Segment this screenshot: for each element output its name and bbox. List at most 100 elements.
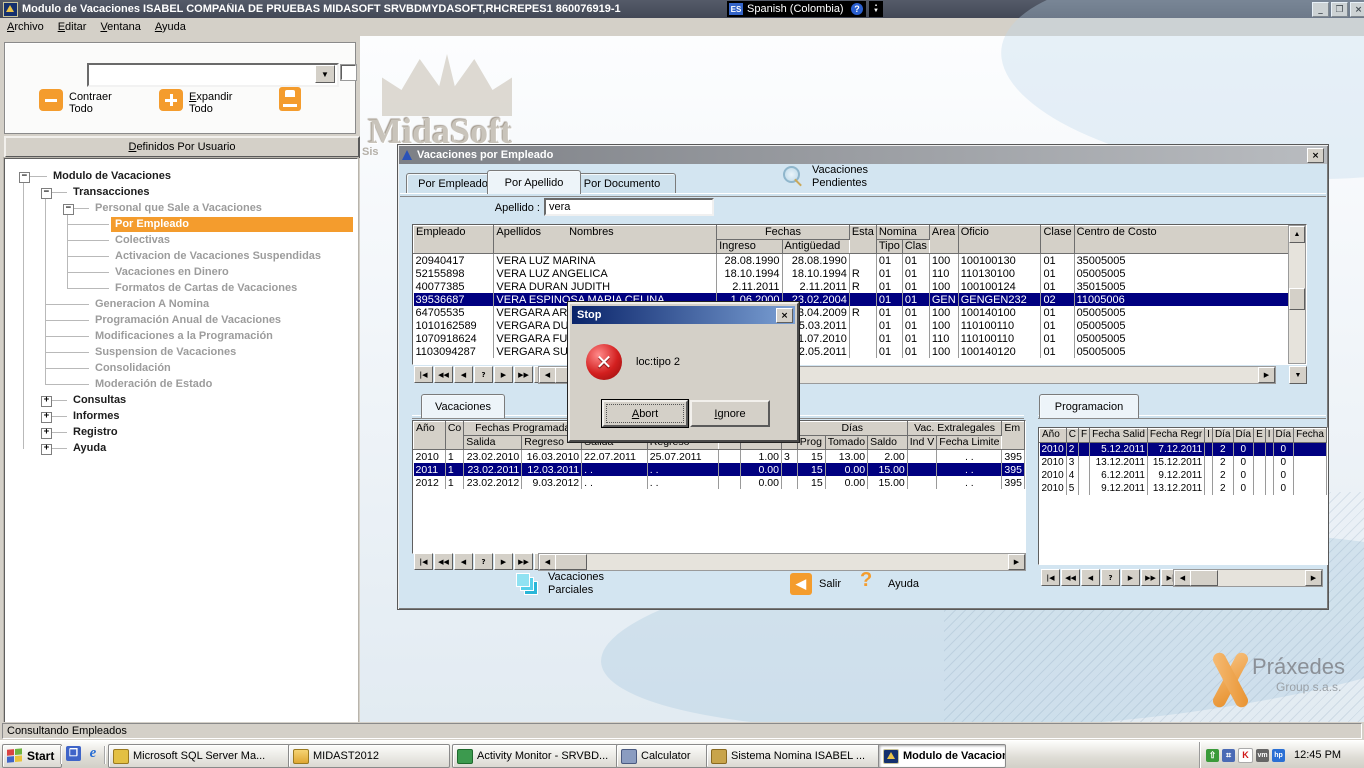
prog-header-fecha[interactable]: Fecha <box>1294 429 1327 443</box>
tray-vm-icon[interactable]: vm <box>1256 749 1269 762</box>
prog-header-i[interactable]: I <box>1205 429 1213 443</box>
scroll-down-icon[interactable]: ▼ <box>1289 366 1307 384</box>
tab-vacaciones[interactable]: Vacaciones <box>421 394 505 418</box>
expand-all-button[interactable]: Expandir Todo <box>189 91 232 115</box>
table-row[interactable]: 20940417VERA LUZ MARINA28.08.199028.08.1… <box>414 254 1306 268</box>
tree-item[interactable]: Colectivas <box>111 233 174 248</box>
col-header-fechas-programadas[interactable]: Fechas Programada <box>464 422 582 436</box>
tree-item[interactable]: Ayuda <box>69 441 110 456</box>
tree-item[interactable]: Registro <box>69 425 122 440</box>
prog-header-f[interactable]: F <box>1078 429 1089 443</box>
scroll-left-icon[interactable]: ◀ <box>1174 570 1191 586</box>
col-header-tipo[interactable]: Tipo <box>876 240 902 254</box>
taskbar-item-sql-server[interactable]: Microsoft SQL Server Ma... <box>108 744 290 768</box>
hscroll-thumb[interactable] <box>555 554 587 570</box>
tab-programacion[interactable]: Programacion <box>1039 394 1139 418</box>
tree-item[interactable]: Personal que Sale a Vacaciones <box>91 201 266 216</box>
col-header-esta[interactable]: Esta <box>849 226 876 254</box>
scroll-right-icon[interactable]: ▶ <box>1008 554 1025 570</box>
menu-ventana[interactable]: Ventana <box>93 20 147 34</box>
col-header-centro[interactable]: Centro de Costo <box>1074 226 1305 254</box>
expand-all-icon[interactable] <box>159 89 183 111</box>
tree-item[interactable]: Transacciones <box>69 185 153 200</box>
child-close-button[interactable]: × <box>1307 148 1324 163</box>
table-row[interactable]: 52155898VERA LUZ ANGELICA18.10.199418.10… <box>414 267 1306 280</box>
tray-antivirus-icon[interactable]: K <box>1238 748 1253 763</box>
tree-toggle[interactable]: + <box>41 444 52 455</box>
ignore-button[interactable]: Ignore <box>690 400 770 427</box>
vacaciones-pendientes-label[interactable]: Vacaciones Pendientes <box>812 164 868 190</box>
vacaciones-parciales-icon[interactable] <box>516 573 540 595</box>
ayuda-button[interactable]: Ayuda <box>888 578 919 590</box>
language-options-button[interactable]: ▪ ▼ <box>869 1 883 17</box>
col-header-salida1[interactable]: Salida <box>464 436 522 450</box>
col-header-saldo[interactable]: Saldo <box>868 436 908 450</box>
scroll-left-icon[interactable]: ◀ <box>539 367 556 383</box>
prog-header-fecha-salida[interactable]: Fecha Salid <box>1090 429 1148 443</box>
table-row[interactable]: 201025.12.20117.12.2011200 <box>1040 443 1327 457</box>
scroll-up-icon[interactable]: ▲ <box>1289 226 1305 243</box>
employee-grid-vscrollbar[interactable]: ▲ <box>1288 225 1306 364</box>
tree-item[interactable]: Consolidación <box>91 361 175 376</box>
prog-header-dia3[interactable]: Día <box>1273 429 1294 443</box>
table-row[interactable]: 2011123.02.201112.03.2011. .. .0.00150.0… <box>414 463 1025 476</box>
tree-toggle[interactable]: − <box>63 204 74 215</box>
help-question-icon[interactable]: ? <box>860 569 872 592</box>
col-header-ano[interactable]: Año <box>414 422 446 450</box>
language-bar[interactable]: ES Spanish (Colombia) <box>727 1 850 17</box>
col-header-clase[interactable]: Clase <box>1041 226 1074 254</box>
tree-item[interactable]: Modificaciones a la Programación <box>91 329 277 344</box>
table-row[interactable]: 201046.12.20119.12.2011200 <box>1040 469 1327 482</box>
taskbar-item-sistema-nomina[interactable]: Sistema Nomina ISABEL ... <box>706 744 882 768</box>
start-button[interactable]: Start <box>2 744 62 768</box>
prog-header-fecha-regreso[interactable]: Fecha Regr <box>1147 429 1204 443</box>
prog-header-ano[interactable]: Año <box>1040 429 1067 443</box>
nav-button[interactable]: ◀ <box>1081 569 1100 586</box>
tree-item[interactable]: Modulo de Vacaciones <box>49 169 175 184</box>
table-row[interactable]: 64705535VERGARA ARRI23.04.200923.04.2009… <box>414 306 1306 319</box>
nav-button[interactable]: ▶ <box>494 553 513 570</box>
taskbar-item-activity-monitor[interactable]: Activity Monitor - SRVBD... <box>452 744 618 768</box>
tree-item[interactable]: Generacion A Nomina <box>91 297 213 312</box>
nav-button[interactable]: |◀ <box>1041 569 1060 586</box>
exit-door-icon[interactable]: ◀ <box>790 573 812 595</box>
tree-item[interactable]: Suspension de Vacaciones <box>91 345 240 360</box>
stop-dialog-title-bar[interactable]: Stop × <box>572 306 795 324</box>
prog-header-c[interactable]: C <box>1066 429 1078 443</box>
nav-button[interactable]: ▶▶ <box>514 366 533 383</box>
stamp-icon[interactable] <box>279 87 301 111</box>
scroll-left-icon[interactable]: ◀ <box>539 554 556 570</box>
prog-header-e[interactable]: E <box>1254 429 1266 443</box>
col-header-prog[interactable]: Prog <box>797 436 825 450</box>
salir-button[interactable]: Salir <box>819 578 841 590</box>
col-header-clas[interactable]: Clas <box>902 240 929 254</box>
scroll-right-icon[interactable]: ▶ <box>1258 367 1275 383</box>
tray-hp-icon[interactable]: hp <box>1272 749 1285 762</box>
table-row[interactable]: 2012123.02.20129.03.2012. .. .0.00150.00… <box>414 476 1025 489</box>
search-combobox[interactable] <box>87 63 339 87</box>
tree-item[interactable]: Por Empleado <box>111 217 353 232</box>
search-icon[interactable] <box>783 166 807 190</box>
child-window-title-bar[interactable]: Vacaciones por Empleado × <box>399 146 1327 164</box>
taskbar-item-midast2012[interactable]: MIDAST2012 <box>288 744 450 768</box>
tray-eject-icon[interactable]: ⇧ <box>1206 749 1219 762</box>
col-header-ingreso[interactable]: Ingreso <box>717 240 782 254</box>
prog-header-dia2[interactable]: Día <box>1233 429 1254 443</box>
collapse-all-icon[interactable] <box>39 89 63 111</box>
vacaciones-grid-hscrollbar[interactable]: ◀ ▶ <box>538 553 1026 571</box>
nav-button[interactable]: ? <box>474 553 493 570</box>
table-row[interactable]: 39536687VERA ESPINOSA MARIA CELINA1.06.2… <box>414 293 1306 306</box>
tree-toggle[interactable]: + <box>41 396 52 407</box>
apellido-input[interactable] <box>544 198 714 216</box>
col-header-indv[interactable]: Ind V <box>907 436 937 450</box>
scroll-right-icon[interactable]: ▶ <box>1305 570 1322 586</box>
tree-item[interactable]: Moderación de Estado <box>91 377 216 392</box>
table-row[interactable]: 201059.12.201113.12.2011200 <box>1040 482 1327 495</box>
taskbar-item-calculator[interactable]: Calculator <box>616 744 710 768</box>
tree-item[interactable]: Formatos de Cartas de Vacaciones <box>111 281 301 296</box>
col-header-vac-extralegales[interactable]: Vac. Extralegales <box>907 422 1002 436</box>
nav-button[interactable]: ▶▶ <box>514 553 533 570</box>
nav-button[interactable]: |◀ <box>414 366 433 383</box>
nav-button[interactable]: ◀ <box>454 366 473 383</box>
nav-button[interactable]: ◀◀ <box>1061 569 1080 586</box>
